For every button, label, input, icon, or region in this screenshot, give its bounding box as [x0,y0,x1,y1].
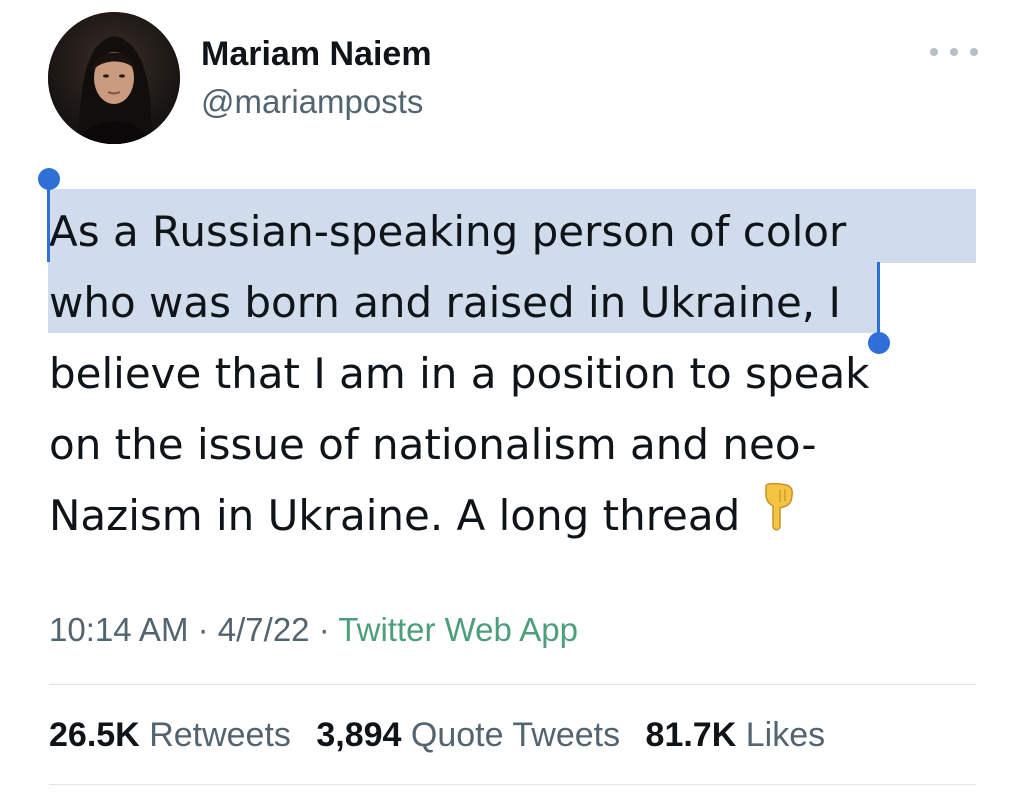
meta-separator: · [197,611,209,648]
author-name[interactable]: Mariam Naiem [201,34,432,74]
tweet-time[interactable]: 10:14 AM [49,611,188,648]
more-dot-icon [950,48,958,56]
divider [49,684,976,685]
retweets-stat[interactable]: 26.5K Retweets [49,716,291,754]
quote-tweets-label: Quote Tweets [410,716,621,754]
tweet-text-line: on the issue of nationalism and neo- [49,420,817,469]
pointing-down-emoji-icon [756,482,796,555]
likes-stat[interactable]: 81.7K Likes [646,716,826,754]
meta-separator: · [318,611,330,648]
tweet-text-line: believe that I am in a position to speak [49,349,870,398]
more-options-button[interactable] [930,36,978,68]
selection-start-caret [47,184,50,262]
selection-end-caret [877,262,880,336]
retweets-count: 26.5K [49,716,140,754]
quote-tweets-stat[interactable]: 3,894 Quote Tweets [316,716,620,754]
more-dot-icon [970,48,978,56]
tweet-date[interactable]: 4/7/22 [218,611,310,648]
tweet-detail: Mariam Naiem @mariamposts As a Russian-s… [0,0,1024,808]
author-handle[interactable]: @mariamposts [201,82,423,122]
tweet-source-link[interactable]: Twitter Web App [338,611,578,648]
tweet-stats: 26.5K Retweets 3,894 Quote Tweets 81.7K … [49,712,841,758]
selection-end-handle[interactable] [868,332,890,354]
tweet-text-line: who was born and raised in Ukraine, I [49,278,841,327]
more-dot-icon [930,48,938,56]
quote-tweets-count: 3,894 [316,716,402,754]
divider [49,784,976,785]
retweets-label: Retweets [149,716,291,754]
tweet-text-line-last: Nazism in Ukraine. A long thread [49,491,741,540]
tweet-metadata: 10:14 AM · 4/7/22 · Twitter Web App [49,608,578,652]
tweet-text-line: As a Russian-speaking person of color [49,207,847,256]
tweet-text[interactable]: As a Russian-speaking person of color wh… [49,196,979,551]
likes-count: 81.7K [645,716,737,754]
avatar[interactable] [48,12,180,144]
likes-label: Likes [745,716,826,754]
tweet-text-line: Nazism in Ukraine. A long thread [49,480,979,551]
